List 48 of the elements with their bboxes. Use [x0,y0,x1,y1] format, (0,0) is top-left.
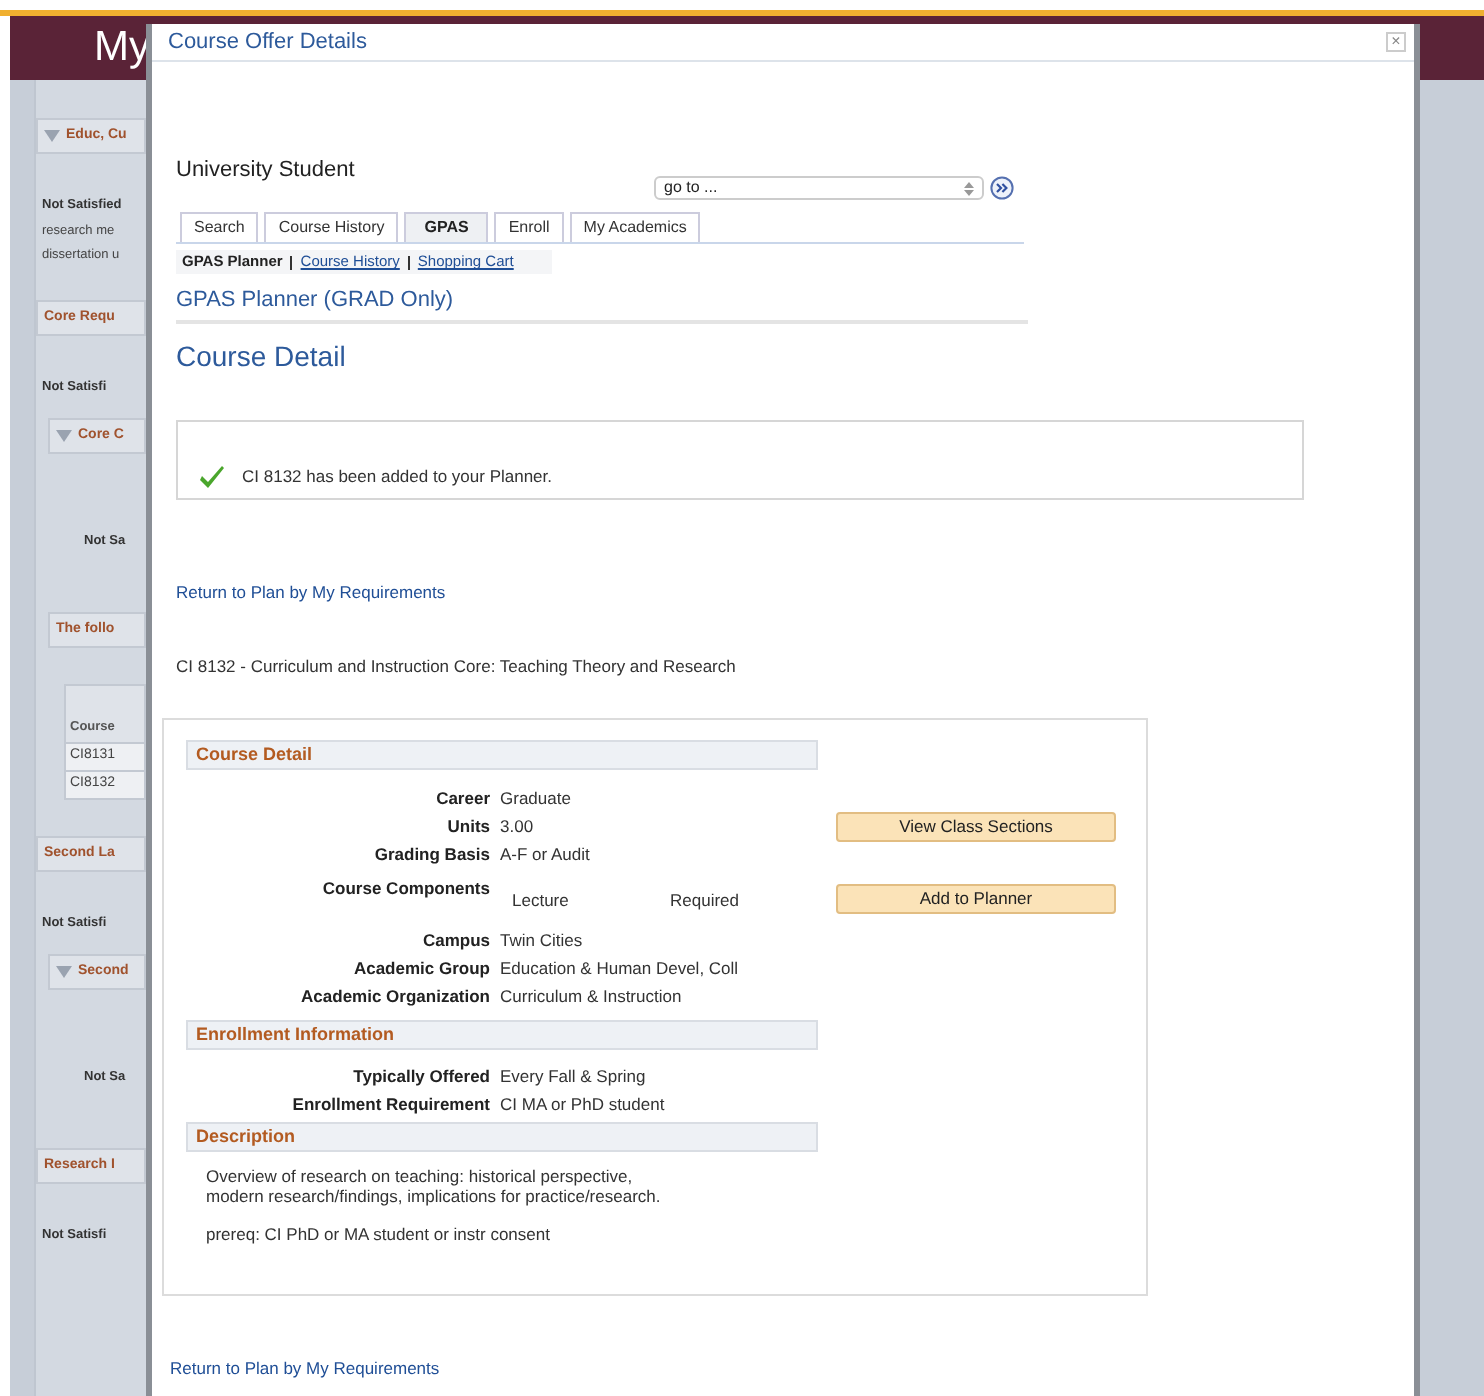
field-label: Grading Basis [374,844,490,865]
field-value: Twin Cities [500,928,583,955]
checkmark-icon [198,465,226,489]
page-title: My [94,22,150,75]
field-value: 3.00 [500,814,534,841]
course-title: CI 8132 - Curriculum and Instruction Core: Teaching Theory and Research [176,654,738,680]
collapse-triangle-icon[interactable] [56,966,72,978]
field-label: Enrollment Requirement [292,1094,490,1115]
tab[interactable]: Enroll [494,212,564,242]
go-button-icon[interactable] [990,176,1014,200]
field-label: Typically Offered [353,1066,490,1087]
page-heading: Course Detail [176,337,348,375]
field-value: Curriculum & Instruction [500,984,682,1011]
select-arrows-icon [964,181,974,195]
section-header: Enrollment Information [186,1019,818,1050]
student-name: University Student [176,156,357,182]
field-value: CI MA or PhD student [500,1092,665,1119]
field-label: Units [447,816,490,837]
field-label: Career [436,788,490,809]
return-link[interactable]: Return to Plan by My Requirements [176,581,446,601]
description-text: prereq: CI PhD or MA student or instr consent [206,1223,552,1244]
component-value: Required [670,887,739,913]
planner-title: GPAS Planner (GRAD Only) [176,284,1028,323]
component-value: Lecture [512,887,571,913]
field-label: Academic Organization [301,986,490,1007]
field-label: Course Components [322,877,490,898]
field-value: Graduate [500,786,571,813]
tab[interactable]: Course History [264,212,399,242]
dialog-title: Course Offer Details [168,27,367,58]
goto-select[interactable]: go to ... [654,176,984,200]
action-button[interactable]: Add to Planner [836,883,1116,914]
field-value: Education & Human Devel, Coll [500,956,739,983]
action-button[interactable]: View Class Sections [836,811,1116,842]
tab[interactable]: GPAS [404,212,489,242]
tab[interactable]: Search [180,212,259,242]
field-value: Every Fall & Spring [500,1064,646,1091]
close-button[interactable]: × [1386,32,1406,52]
tab[interactable]: My Academics [569,212,701,242]
confirmation-message: CI 8132 has been added to your Planner. [242,463,553,489]
collapse-triangle-icon[interactable] [56,430,72,442]
field-label: Academic Group [353,958,490,979]
section-header: Course Detail [186,739,818,770]
section-header: Description [186,1121,818,1152]
field-value: A-F or Audit [500,842,590,869]
return-link[interactable]: Return to Plan by My Requirements [170,1357,440,1378]
description-text: Overview of research on teaching: historical perspective, modern research/findings, implications for practice/research. [206,1165,663,1206]
field-label: Campus [422,930,490,951]
collapse-triangle-icon[interactable] [44,130,60,142]
